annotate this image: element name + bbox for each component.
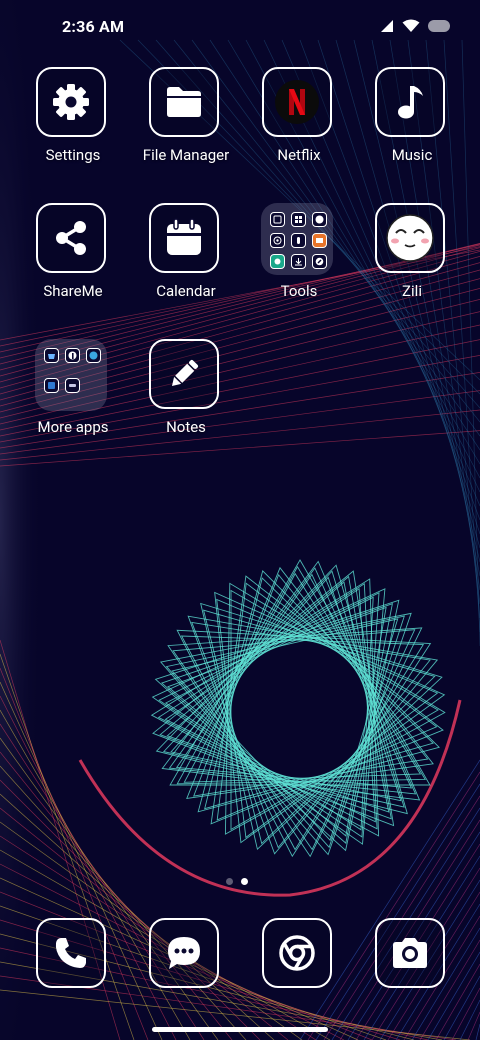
tools-folder-icon[interactable] <box>261 203 333 275</box>
music-app-icon[interactable] <box>375 67 445 137</box>
recorder-mini-icon <box>291 233 306 248</box>
cellular-signal-icon <box>381 20 393 32</box>
browser-mini-icon <box>86 348 101 363</box>
download-mini-icon <box>291 254 306 269</box>
app-notes[interactable]: Notes <box>131 339 241 459</box>
calendar-app-icon[interactable] <box>149 203 219 273</box>
dock-phone[interactable] <box>18 918 128 1038</box>
music-note-icon <box>398 86 423 119</box>
app-zili[interactable]: Zili <box>357 203 467 323</box>
calendar-icon <box>167 218 201 255</box>
apps-grid-mini-icon <box>291 212 306 227</box>
zili-app-icon[interactable] <box>375 203 445 273</box>
gear-icon <box>53 84 89 120</box>
camera-icon <box>393 938 427 968</box>
file-manager-app-icon[interactable] <box>149 67 219 137</box>
app-netflix[interactable]: Netflix <box>244 67 354 187</box>
app-label: More apps <box>37 418 109 436</box>
messages-icon <box>168 937 200 969</box>
page-dot-active[interactable] <box>241 878 248 885</box>
dock-chrome[interactable] <box>244 918 354 1038</box>
compass-mini-icon <box>312 254 327 269</box>
security-mini-icon <box>270 254 285 269</box>
app-label: Zili <box>402 282 422 300</box>
notes-app-icon[interactable] <box>149 339 219 409</box>
folder-icon <box>167 87 201 117</box>
clock-mini-icon <box>312 212 327 227</box>
dock-messages[interactable] <box>131 918 241 1038</box>
home-indicator[interactable] <box>152 1027 328 1032</box>
folder-tools[interactable]: Tools <box>244 203 354 323</box>
netflix-app-icon[interactable] <box>262 67 332 137</box>
battery-icon <box>428 20 450 32</box>
app-file-manager[interactable]: File Manager <box>131 67 241 187</box>
app-label: Tools <box>280 282 318 300</box>
chrome-app-icon[interactable] <box>262 918 332 988</box>
pencil-icon <box>171 359 199 387</box>
linkedin-mini-icon <box>44 378 59 393</box>
radio-mini-icon <box>270 233 285 248</box>
app-label: Netflix <box>277 146 321 164</box>
share-icon <box>56 221 86 255</box>
app-mini-icon <box>65 378 80 393</box>
status-time: 2:36 AM <box>62 17 125 36</box>
app-shareme[interactable]: ShareMe <box>18 203 128 323</box>
more-apps-folder-icon[interactable] <box>35 339 107 411</box>
shareme-app-icon[interactable] <box>36 203 106 273</box>
app-label: Calendar <box>156 282 216 300</box>
messages-app-icon[interactable] <box>149 918 219 988</box>
status-bar: 2:36 AM <box>0 0 480 56</box>
status-icons <box>380 19 450 33</box>
app-label: Notes <box>166 418 206 436</box>
calculator-mini-icon <box>270 212 285 227</box>
dock-camera[interactable] <box>357 918 467 1038</box>
wifi-icon <box>402 19 420 32</box>
app-calendar[interactable]: Calendar <box>131 203 241 323</box>
chrome-icon <box>279 935 315 971</box>
app-label: Music <box>391 146 433 164</box>
app-label: Settings <box>45 146 101 164</box>
facebook-mini-icon <box>65 348 80 363</box>
gallery-mini-icon <box>312 233 327 248</box>
settings-app-icon[interactable] <box>36 67 106 137</box>
page-indicator <box>226 878 248 885</box>
smiley-face-icon <box>386 214 434 262</box>
app-music[interactable]: Music <box>357 67 467 187</box>
netflix-logo-icon <box>275 80 319 124</box>
app-settings[interactable]: Settings <box>18 67 128 187</box>
camera-app-icon[interactable] <box>375 918 445 988</box>
dock <box>0 918 480 994</box>
page-dot[interactable] <box>226 878 233 885</box>
app-label: ShareMe <box>43 282 103 300</box>
phone-app-icon[interactable] <box>36 918 106 988</box>
app-label: File Manager <box>142 146 230 164</box>
store-mini-icon <box>44 348 59 363</box>
folder-more-apps[interactable]: More apps <box>18 339 128 459</box>
phone-icon <box>55 938 86 968</box>
